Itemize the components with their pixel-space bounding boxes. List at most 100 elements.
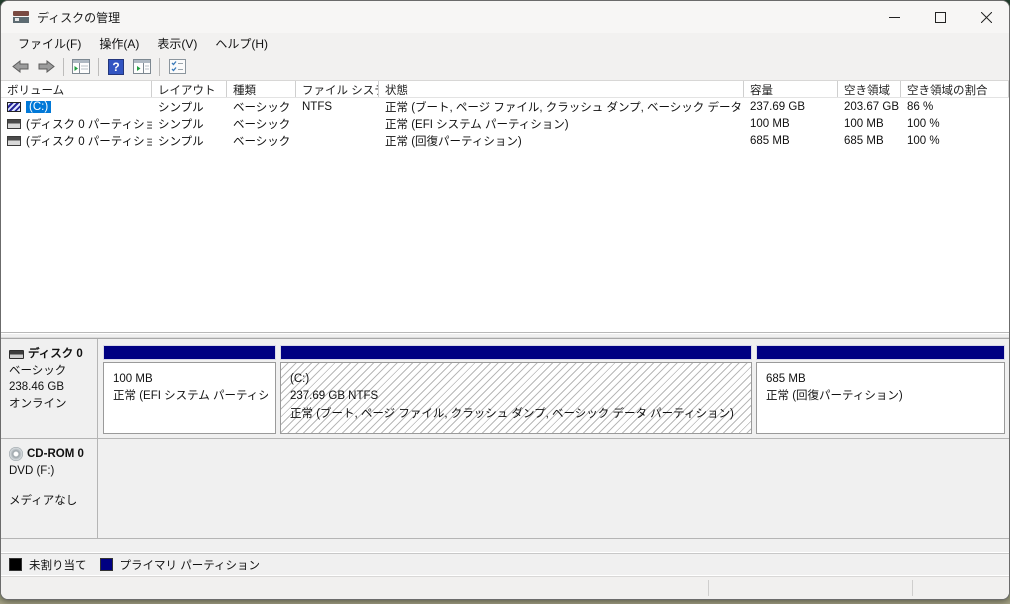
toolbar: ? <box>1 53 1009 81</box>
menu-help[interactable]: ヘルプ(H) <box>206 33 277 54</box>
legend-bar: 未割り当て プライマリ パーティション <box>1 553 1009 576</box>
partition-efi[interactable]: 100 MB 正常 (EFI システム パーティション) <box>103 345 276 438</box>
volume-layout: シンプル <box>158 135 204 148</box>
volume-row-partition-1[interactable]: (ディスク 0 パーティション 1) シンプル ベーシック 正常 (EFI シス… <box>1 115 1009 132</box>
partition-status: 正常 (EFI システム パーティション) <box>113 390 268 403</box>
minimize-icon <box>888 16 900 18</box>
cdrom-name: CD-ROM 0 <box>27 448 84 460</box>
forward-button[interactable] <box>34 56 58 78</box>
disk-0-partitions: 100 MB 正常 (EFI システム パーティション) (C:) 237.69… <box>98 339 1009 438</box>
menu-file[interactable]: ファイル(F) <box>9 33 90 54</box>
volume-fs: NTFS <box>302 100 333 113</box>
volume-capacity: 237.69 GB <box>750 100 805 113</box>
toolbar-separator <box>98 57 99 76</box>
partition-name: (C:) <box>290 373 310 385</box>
volume-icon <box>7 118 21 129</box>
legend-swatch-primary-partition <box>99 558 113 571</box>
volume-row-partition-4[interactable]: (ディスク 0 パーティション 4) シンプル ベーシック 正常 (回復パーティ… <box>1 132 1009 149</box>
volume-free-pct: 100 % <box>907 134 940 147</box>
disk-0-row: ディスク 0 ベーシック 238.46 GB オンライン 100 MB 正常 (… <box>1 339 1009 439</box>
status-bar-divider <box>708 580 709 596</box>
volume-free-pct: 86 % <box>907 100 934 113</box>
volume-name: (ディスク 0 パーティション 4) <box>26 135 152 148</box>
column-header-layout[interactable]: レイアウト <box>152 81 227 97</box>
volume-row-c[interactable]: (C:) シンプル ベーシック NTFS 正常 (ブート, ページ ファイル, … <box>1 98 1009 115</box>
column-header-status[interactable]: 状態 <box>379 81 744 97</box>
partition-color-bar <box>756 345 1005 360</box>
volume-free: 203.67 GB <box>844 100 899 113</box>
partition-color-bar <box>103 345 276 360</box>
disk-name: ディスク 0 <box>28 348 83 360</box>
cd-rom-icon <box>9 447 23 462</box>
cdrom-0-row: CD-ROM 0 DVD (F:) メディアなし <box>1 439 1009 539</box>
partition-recovery[interactable]: 685 MB 正常 (回復パーティション) <box>756 345 1005 438</box>
console-tree-icon <box>72 59 90 74</box>
menu-view[interactable]: 表示(V) <box>148 33 206 54</box>
volume-type: ベーシック <box>233 135 291 148</box>
column-header-filesystem[interactable]: ファイル システム <box>296 81 379 97</box>
maximize-icon <box>934 11 946 23</box>
volume-free: 100 MB <box>844 117 884 130</box>
volume-list-header: ボリューム レイアウト 種類 ファイル システム 状態 容量 空き領域 空き領域… <box>1 81 1009 98</box>
volume-layout: シンプル <box>158 101 204 114</box>
close-button[interactable] <box>963 1 1009 33</box>
window-title: ディスクの管理 <box>37 10 121 25</box>
partition-c[interactable]: (C:) 237.69 GB NTFS 正常 (ブート, ページ ファイル, ク… <box>280 345 752 438</box>
volume-layout: シンプル <box>158 118 204 131</box>
partition-size: 237.69 GB NTFS <box>290 390 379 403</box>
legend-label-unallocated: 未割り当て <box>29 559 87 572</box>
disk-0-label-panel[interactable]: ディスク 0 ベーシック 238.46 GB オンライン <box>1 339 98 438</box>
volume-name: (C:) <box>26 100 52 113</box>
help-icon: ? <box>108 58 124 75</box>
svg-text:?: ? <box>112 60 119 74</box>
menu-bar: ファイル(F) 操作(A) 表示(V) ヘルプ(H) <box>1 33 1009 53</box>
disk-management-window: ディスクの管理 ファイル(F) 操作(A) 表示(V) ヘルプ(H) ? ボリュ… <box>0 0 1010 600</box>
legend-label-primary-partition: プライマリ パーティション <box>119 559 261 572</box>
toolbar-separator <box>159 57 160 76</box>
legend-swatch-unallocated <box>9 558 22 571</box>
forward-icon <box>38 60 55 73</box>
volume-capacity: 685 MB <box>750 134 790 147</box>
column-header-volume[interactable]: ボリューム <box>1 81 152 97</box>
disk-management-app-icon <box>13 10 29 24</box>
help-button[interactable]: ? <box>104 56 128 78</box>
action-pane-icon <box>133 59 151 74</box>
volume-status: 正常 (ブート, ページ ファイル, クラッシュ ダンプ, ベーシック データ … <box>385 101 744 114</box>
status-bar <box>1 576 1009 599</box>
cdrom-0-label-panel[interactable]: CD-ROM 0 DVD (F:) メディアなし <box>1 439 98 538</box>
properties-checklist-button[interactable] <box>165 56 189 78</box>
partition-status: 正常 (回復パーティション) <box>766 390 903 403</box>
volume-name: (ディスク 0 パーティション 1) <box>26 118 152 131</box>
volume-status: 正常 (回復パーティション) <box>385 135 522 148</box>
volume-type: ベーシック <box>233 118 291 131</box>
column-header-capacity[interactable]: 容量 <box>744 81 838 97</box>
disk-status: オンライン <box>9 398 67 411</box>
partition-size: 100 MB <box>113 373 153 385</box>
cdrom-drive-letter: DVD (F:) <box>9 464 55 477</box>
graphical-view: ディスク 0 ベーシック 238.46 GB オンライン 100 MB 正常 (… <box>1 339 1009 539</box>
disk-type: ベーシック <box>9 364 67 377</box>
maximize-button[interactable] <box>917 1 963 33</box>
back-button[interactable] <box>8 56 32 78</box>
volume-type: ベーシック <box>233 101 291 114</box>
show-action-pane-button[interactable] <box>130 56 154 78</box>
disk-size: 238.46 GB <box>9 381 64 394</box>
volume-icon <box>7 135 21 146</box>
volume-list: ボリューム レイアウト 種類 ファイル システム 状態 容量 空き領域 空き領域… <box>1 81 1009 333</box>
minimize-button[interactable] <box>871 1 917 33</box>
cdrom-empty-area <box>98 439 1009 538</box>
partition-status: 正常 (ブート, ページ ファイル, クラッシュ ダンプ, ベーシック データ … <box>290 407 734 420</box>
status-bar-divider <box>912 580 913 596</box>
column-header-free-percent[interactable]: 空き領域の割合 <box>901 81 1009 97</box>
close-icon <box>980 11 992 23</box>
volume-capacity: 100 MB <box>750 117 790 130</box>
menu-action[interactable]: 操作(A) <box>90 33 148 54</box>
back-icon <box>11 60 28 73</box>
toolbar-separator <box>63 57 64 76</box>
partition-color-bar <box>280 345 752 360</box>
show-console-tree-button[interactable] <box>69 56 93 78</box>
volume-free: 685 MB <box>844 134 884 147</box>
column-header-free-space[interactable]: 空き領域 <box>838 81 901 97</box>
volume-status: 正常 (EFI システム パーティション) <box>385 118 569 131</box>
column-header-type[interactable]: 種類 <box>227 81 296 97</box>
